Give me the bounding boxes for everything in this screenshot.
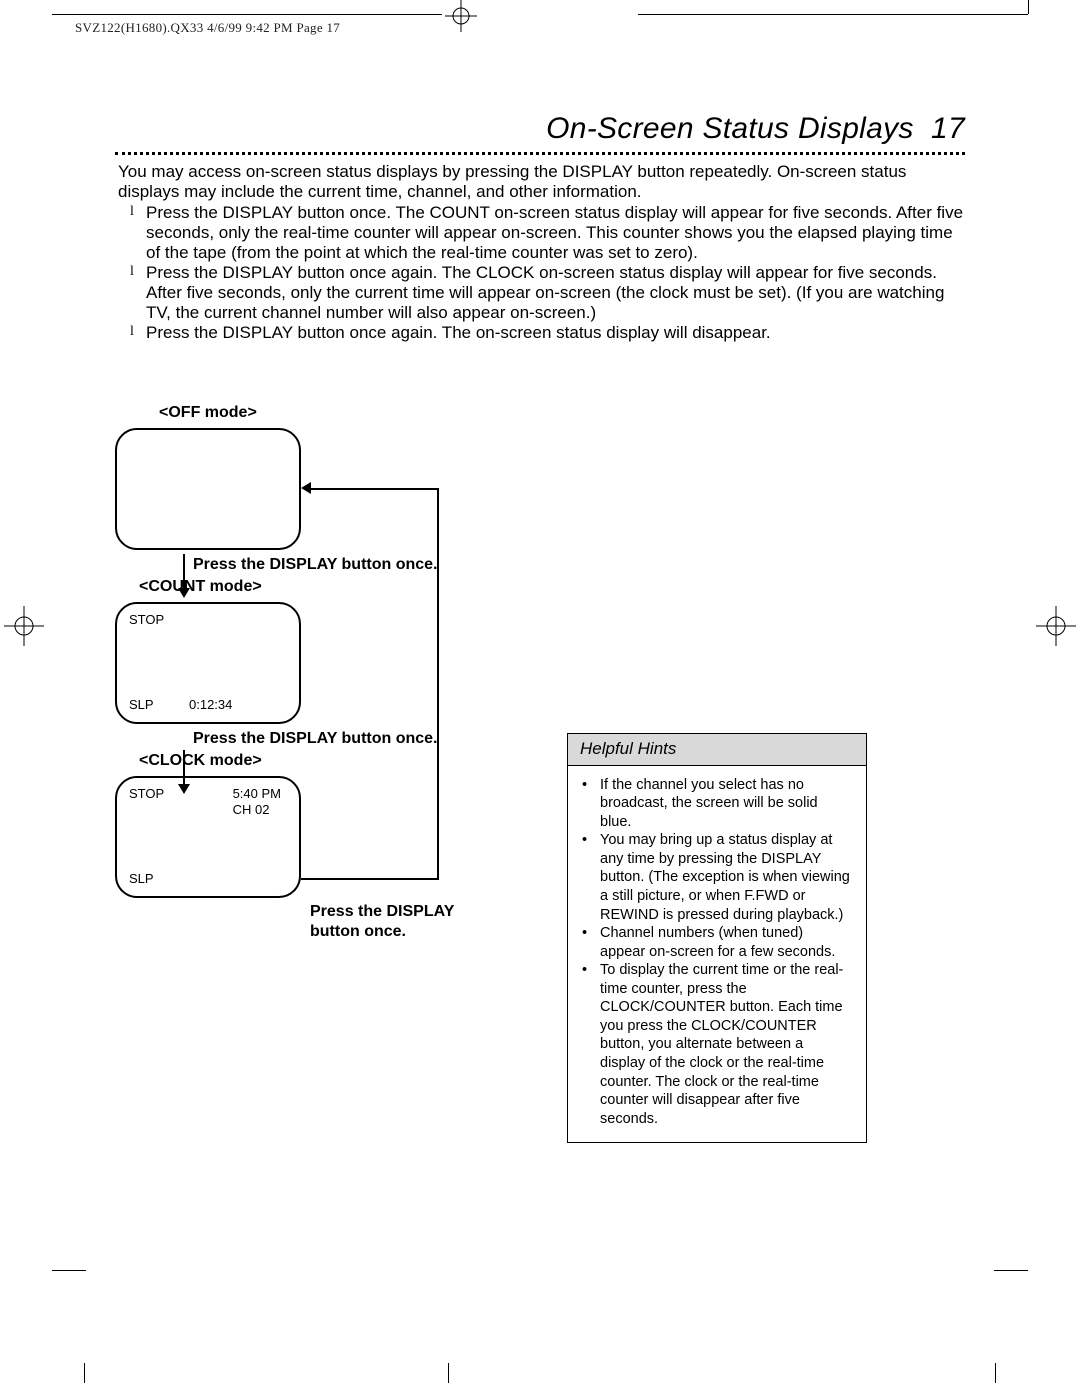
press-label-3: Press the DISPLAY button once. bbox=[310, 902, 480, 942]
title-divider bbox=[115, 152, 965, 155]
count-mode-screen: STOP SLP 0:12:34 bbox=[115, 602, 301, 724]
page-number: 17 bbox=[931, 112, 965, 145]
clock-mode-screen: STOP 5:40 PM CH 02 SLP bbox=[115, 776, 301, 898]
crop-tick bbox=[448, 1363, 449, 1383]
screen-speed: SLP bbox=[129, 871, 154, 886]
registration-mark-icon bbox=[445, 0, 477, 32]
screen-time-ch: 5:40 PM CH 02 bbox=[233, 786, 281, 817]
off-mode-screen bbox=[115, 428, 301, 550]
crop-tick bbox=[84, 1363, 85, 1383]
screen-status: STOP bbox=[129, 612, 164, 627]
count-mode-label: <COUNT mode> bbox=[139, 578, 495, 596]
helpful-hints-box: Helpful Hints •If the channel you select… bbox=[567, 733, 867, 1143]
screen-speed: SLP bbox=[129, 697, 154, 712]
hint-item: •You may bring up a status display at an… bbox=[582, 831, 852, 924]
list-item: lPress the DISPLAY button once again. Th… bbox=[130, 263, 965, 323]
list-item: lPress the DISPLAY button once. The COUN… bbox=[130, 203, 965, 263]
helpful-hints-title: Helpful Hints bbox=[568, 734, 866, 766]
hint-item: •If the channel you select has no broadc… bbox=[582, 776, 852, 832]
clock-mode-label: <CLOCK mode> bbox=[139, 752, 495, 770]
page-title-text: On-Screen Status Displays bbox=[546, 112, 914, 145]
crop-mark bbox=[994, 1270, 1028, 1271]
screen-counter: 0:12:34 bbox=[189, 697, 232, 712]
press-label-2: Press the DISPLAY button once. bbox=[193, 730, 495, 748]
page-title-block: On-Screen Status Displays 17 bbox=[115, 112, 965, 155]
list-item: lPress the DISPLAY button once again. Th… bbox=[130, 323, 965, 343]
registration-mark-icon bbox=[4, 606, 44, 646]
hint-item: •Channel numbers (when tuned) appear on-… bbox=[582, 924, 852, 961]
crop-mark bbox=[52, 1270, 86, 1271]
intro-paragraph: You may access on-screen status displays… bbox=[118, 162, 965, 202]
hint-item: •To display the current time or the real… bbox=[582, 961, 852, 1128]
crop-tick bbox=[995, 1363, 996, 1383]
off-mode-label: <OFF mode> bbox=[159, 404, 495, 422]
page-title: On-Screen Status Displays 17 bbox=[115, 112, 965, 146]
bullet-list: lPress the DISPLAY button once. The COUN… bbox=[130, 203, 965, 343]
registration-mark-icon bbox=[1036, 606, 1076, 646]
press-label-1: Press the DISPLAY button once. bbox=[193, 556, 495, 574]
print-header: SVZ122(H1680).QX33 4/6/99 9:42 PM Page 1… bbox=[75, 20, 340, 36]
screen-status: STOP bbox=[129, 786, 164, 801]
